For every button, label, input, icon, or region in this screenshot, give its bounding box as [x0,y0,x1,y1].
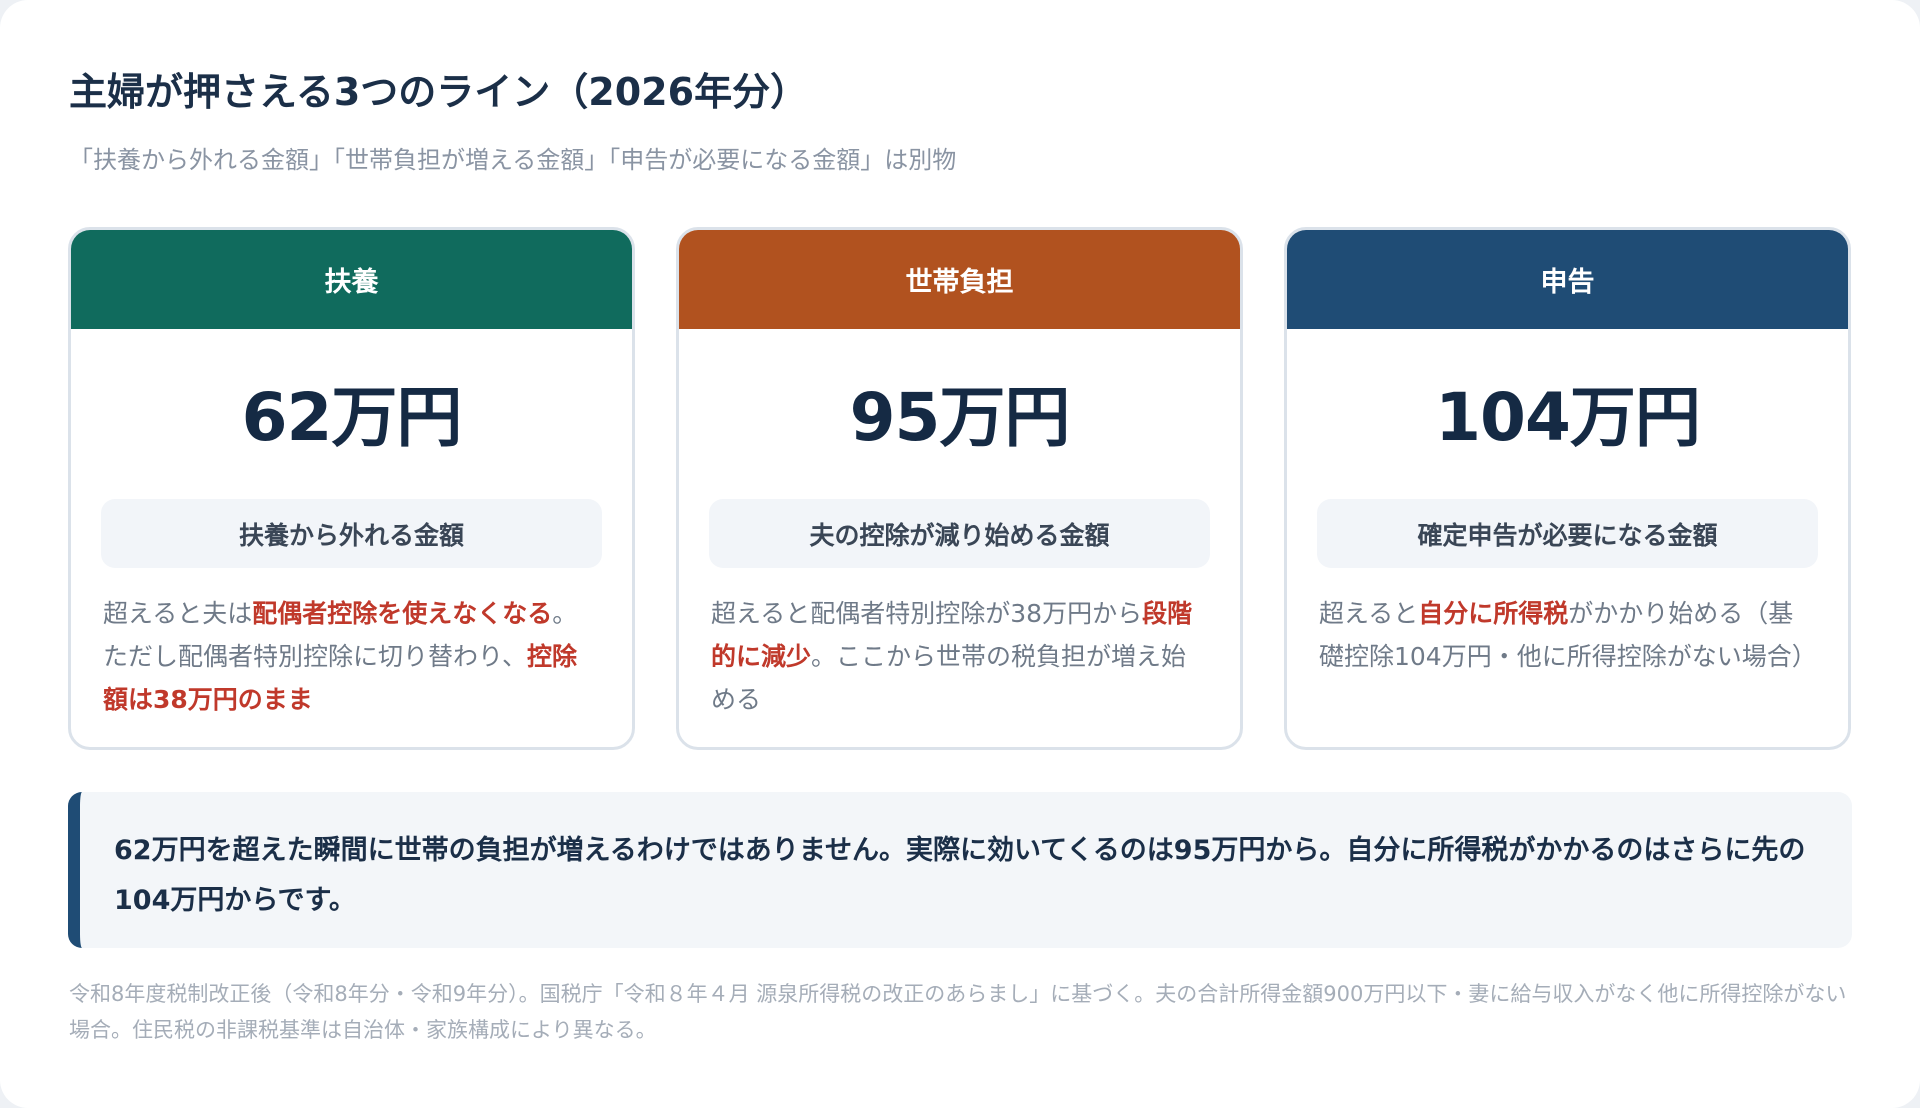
card-description: 超えると自分に所得税がかかり始める（基礎控除104万円・他に所得控除がない場合） [1319,592,1818,678]
card-fuyou: 扶養 62万円 扶養から外れる金額 超えると夫は配偶者控除を使えなくなる。ただし… [68,227,635,750]
card-description: 超えると配偶者特別控除が38万円から段階的に減少。ここから世帯の税負担が増え始め… [711,592,1210,721]
card-header: 申告 [1287,230,1848,329]
desc-text: 超えると [1319,599,1419,628]
card-label: 夫の控除が減り始める金額 [709,499,1210,568]
card-shinkoku: 申告 104万円 確定申告が必要になる金額 超えると自分に所得税がかかり始める（… [1284,227,1851,750]
card-amount: 95万円 [849,379,1071,456]
desc-emphasis: 配偶者控除を使えなくなる [252,599,553,628]
infographic-panel: 主婦が押さえる3つのライン（2026年分） 「扶養から外れる金額」「世帯負担が増… [0,0,1920,1108]
page-title: 主婦が押さえる3つのライン（2026年分） [69,70,809,114]
card-header: 世帯負担 [679,230,1240,329]
card-label: 扶養から外れる金額 [101,499,602,568]
desc-text: 超えると配偶者特別控除が38万円から [711,599,1143,628]
card-description: 超えると夫は配偶者控除を使えなくなる。ただし配偶者特別控除に切り替わり、控除額は… [103,592,602,721]
threshold-cards: 扶養 62万円 扶養から外れる金額 超えると夫は配偶者控除を使えなくなる。ただし… [68,227,1852,752]
card-setai-futan: 世帯負担 95万円 夫の控除が減り始める金額 超えると配偶者特別控除が38万円か… [676,227,1243,750]
card-amount: 104万円 [1435,379,1701,456]
card-amount: 62万円 [241,379,463,456]
card-label: 確定申告が必要になる金額 [1317,499,1818,568]
page-subtitle: 「扶養から外れる金額」「世帯負担が増える金額」「申告が必要になる金額」は別物 [69,146,957,174]
desc-emphasis: 自分に所得税 [1418,599,1569,628]
card-header: 扶養 [71,230,632,329]
summary-callout: 62万円を超えた瞬間に世帯の負担が増えるわけではありません。実際に効いてくるのは… [68,792,1852,948]
desc-text: 超えると夫は [103,599,253,628]
footnote: 令和8年度税制改正後（令和8年分・令和9年分）。国税庁「令和８年４月 源泉所得税… [69,982,1847,1042]
